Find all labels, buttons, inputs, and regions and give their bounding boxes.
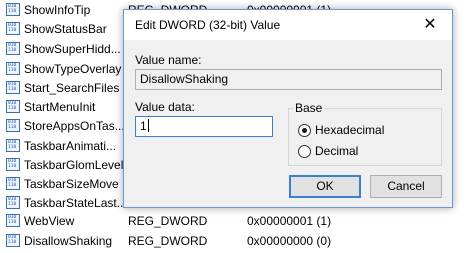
value-data: 0x00000001 (1)	[247, 214, 332, 228]
edit-dword-dialog: Edit DWORD (32-bit) Value ✕ Value name: …	[123, 9, 453, 208]
value-name: ShowSuperHidd...	[24, 42, 121, 56]
value-data-label: Value data:	[135, 100, 195, 114]
value-data-input[interactable]: 1	[135, 116, 273, 137]
value-name: StartMenuInit	[24, 100, 96, 114]
radio-hexadecimal[interactable]: Hexadecimal	[298, 122, 384, 138]
value-name: ShowStatusBar	[24, 22, 107, 36]
value-name: DisallowShaking	[24, 234, 113, 248]
list-item[interactable]: 010 110 DisallowShaking REG_DWORD 0x00000…	[0, 231, 470, 250]
base-groupbox: Base Hexadecimal Decimal	[288, 101, 442, 166]
value-name: ShowInfoTip	[24, 3, 91, 17]
dword-value-icon: 010 110	[6, 62, 20, 75]
list-item[interactable]: 010 110 WebView REG_DWORD 0x00000001 (1)	[0, 211, 470, 230]
value-name: WebView	[24, 214, 75, 228]
value-name: Start_SearchFiles	[24, 81, 120, 95]
value-name: TaskbarAnimati...	[24, 139, 117, 153]
text-caret	[147, 119, 149, 132]
dword-value-icon: 010 110	[6, 22, 20, 35]
value-type: REG_DWORD	[128, 214, 208, 228]
dword-value-icon: 010 110	[6, 214, 20, 227]
dword-value-icon: 010 110	[6, 234, 20, 247]
radio-checked-icon[interactable]	[298, 123, 311, 137]
dword-value-icon: 010 110	[6, 196, 20, 209]
value-name: TaskbarSizeMove	[24, 177, 119, 191]
dword-value-icon: 010 110	[6, 158, 20, 171]
radio-decimal[interactable]: Decimal	[298, 143, 358, 159]
value-name: ShowTypeOverlay	[24, 62, 122, 76]
value-type: REG_DWORD	[128, 234, 208, 248]
dialog-titlebar[interactable]: Edit DWORD (32-bit) Value ✕	[124, 10, 452, 40]
dword-value-icon: 010 110	[6, 42, 20, 55]
dword-value-icon: 010 110	[6, 3, 20, 16]
radio-hexadecimal-label: Hexadecimal	[315, 123, 385, 137]
value-name-label: Value name:	[135, 53, 202, 67]
value-name-text: DisallowShaking	[140, 72, 229, 86]
value-data-text: 1	[140, 119, 147, 133]
dword-value-icon: 010 110	[6, 81, 20, 94]
value-name: TaskbarStateLast...	[24, 196, 127, 210]
dword-value-icon: 010 110	[6, 139, 20, 152]
radio-unchecked-icon[interactable]	[298, 144, 311, 158]
base-group-title: Base	[293, 101, 325, 115]
value-data: 0x00000000 (0)	[247, 234, 332, 248]
value-name-field: DisallowShaking	[135, 69, 442, 90]
close-button[interactable]: ✕	[408, 10, 452, 40]
cancel-button[interactable]: Cancel	[370, 175, 442, 198]
ok-button[interactable]: OK	[289, 175, 361, 198]
dword-value-icon: 010 110	[6, 177, 20, 190]
value-name: StoreAppsOnTas...	[24, 119, 125, 133]
dword-value-icon: 010 110	[6, 100, 20, 113]
value-name: TaskbarGlomLevel	[24, 158, 124, 172]
radio-decimal-label: Decimal	[315, 144, 359, 158]
dword-value-icon: 010 110	[6, 119, 20, 132]
dialog-title: Edit DWORD (32-bit) Value	[135, 18, 281, 32]
